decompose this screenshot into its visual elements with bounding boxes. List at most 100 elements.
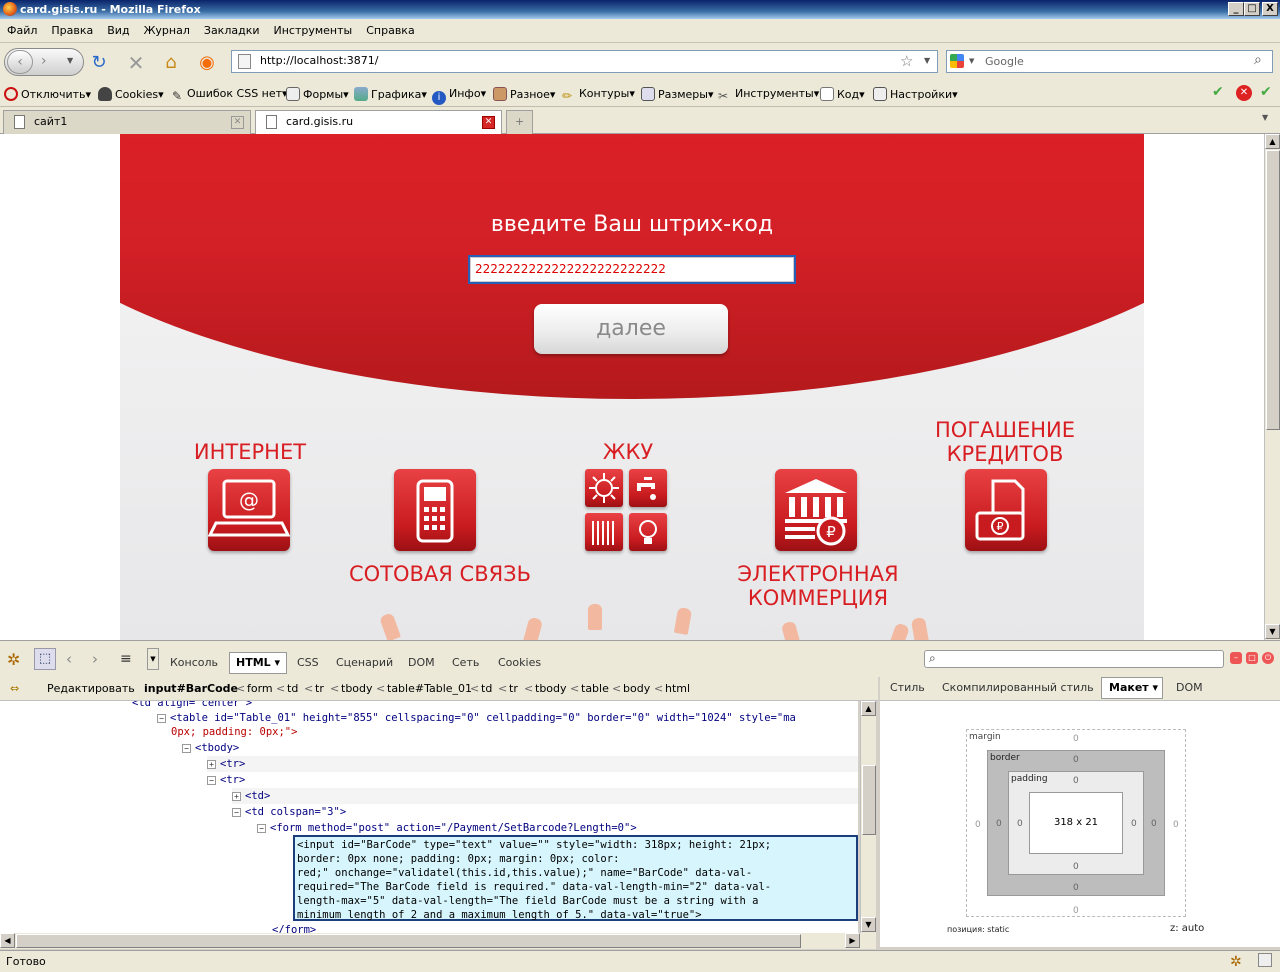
edit-icon[interactable]: ⇔ [10, 682, 19, 695]
path-item[interactable]: tr [315, 682, 324, 695]
credits-icon[interactable]: ₽ [965, 469, 1047, 551]
misc-menu[interactable]: Разное▾ [493, 87, 555, 101]
menu-tools[interactable]: Инструменты [267, 19, 360, 43]
home-icon[interactable]: ⌂ [160, 52, 182, 74]
resize-menu[interactable]: Размеры▾ [641, 87, 714, 101]
scroll-left-icon[interactable]: ◀ [0, 933, 15, 948]
info-menu[interactable]: i Инфо▾ [432, 87, 486, 105]
scroll-up-icon[interactable]: ▲ [861, 701, 876, 716]
menu-bookmarks[interactable]: Закладки [197, 19, 267, 43]
cookies-menu[interactable]: Cookies▾ [98, 87, 164, 101]
tab-card-gisis[interactable]: card.gisis.ru ✕ [255, 110, 502, 135]
path-item[interactable]: form [247, 682, 273, 695]
fb-back-icon[interactable]: ‹ [66, 650, 72, 668]
fb-tab-net[interactable]: Сеть [452, 656, 479, 669]
scroll-thumb[interactable] [16, 934, 801, 948]
scroll-down-icon[interactable]: ▼ [861, 917, 876, 932]
scroll-down-icon[interactable]: ▼ [1265, 624, 1280, 639]
html-line[interactable]: </form> [272, 922, 316, 933]
close-tab-icon[interactable]: ✕ [482, 116, 495, 129]
fb-tab-html[interactable]: HTML ▾ [229, 652, 287, 674]
history-dropdown-icon[interactable]: ▼ [67, 56, 73, 65]
html-panel-scrollbar[interactable]: ▲ ▼ [860, 701, 876, 933]
fb-side-tab-style[interactable]: Стиль [890, 681, 925, 694]
validate-check-icon[interactable]: ✔ [1260, 84, 1272, 100]
html-line[interactable]: − <td colspan="3"> [232, 804, 346, 820]
scroll-thumb[interactable] [1266, 150, 1280, 430]
light-bulb-icon[interactable] [629, 513, 667, 551]
scroll-up-icon[interactable]: ▲ [1265, 134, 1280, 149]
engine-dropdown-icon[interactable]: ▼ [969, 57, 974, 65]
menu-help[interactable]: Справка [359, 19, 421, 43]
firebug-bug-icon[interactable]: ✲ [7, 650, 20, 669]
fb-minimize-icon[interactable]: – [1230, 652, 1242, 664]
fb-search-input[interactable]: ⌕ [924, 650, 1224, 668]
water-tap-icon[interactable] [629, 469, 667, 507]
css-errors-menu[interactable]: ✎ Ошибок CSS нет▾ [170, 87, 288, 103]
menu-view[interactable]: Вид [100, 19, 136, 43]
path-item[interactable]: table [581, 682, 609, 695]
html-line[interactable]: − <form method="post" action="/Payment/Se… [257, 820, 637, 836]
firebug-status-icon[interactable]: ✲ [1230, 951, 1242, 972]
new-tab-button[interactable]: + [506, 110, 533, 134]
fb-side-tab-layout[interactable]: Макет ▾ [1101, 677, 1163, 699]
path-item[interactable]: table#Table_01 [387, 682, 472, 695]
menu-history[interactable]: Журнал [137, 19, 197, 43]
fb-edit-button[interactable]: Редактировать [47, 682, 135, 695]
fb-tab-dom[interactable]: DOM [408, 656, 435, 669]
fb-side-tab-dom[interactable]: DOM [1176, 681, 1203, 694]
barcode-input[interactable]: 2222222222222222222222222 [468, 255, 796, 284]
page-scrollbar[interactable]: ▲ ▼ [1264, 134, 1280, 640]
path-item[interactable]: tbody [341, 682, 373, 695]
back-arrow-icon[interactable]: ‹ [7, 50, 33, 74]
fb-tab-cookies[interactable]: Cookies [498, 656, 541, 669]
close-tab-icon[interactable]: ✕ [231, 116, 244, 129]
path-item[interactable]: tbody [535, 682, 567, 695]
inspect-icon[interactable]: ⬚ [34, 648, 56, 670]
tools-menu[interactable]: ✂ Инструменты▾ [718, 87, 819, 103]
rss-icon[interactable]: ◉ [196, 52, 218, 74]
menu-edit[interactable]: Правка [44, 19, 100, 43]
validate-ok-icon[interactable]: ✔ [1212, 84, 1224, 100]
menu-file[interactable]: Файл [0, 19, 44, 43]
fb-tab-console[interactable]: Консоль [170, 656, 218, 669]
minimize-button[interactable]: _ [1228, 2, 1244, 16]
close-window-button[interactable]: X [1262, 2, 1278, 16]
internet-icon[interactable]: @ [208, 469, 290, 551]
html-line[interactable]: + <tr> [207, 756, 858, 772]
html-line[interactable]: + <td> [232, 788, 858, 804]
disable-menu[interactable]: Отключить▾ [4, 87, 91, 101]
tab-list-icon[interactable]: ▼ [1262, 113, 1268, 122]
ecommerce-icon[interactable]: ₽ [775, 469, 857, 551]
path-item[interactable]: html [665, 682, 690, 695]
html-line[interactable]: − <tbody> [182, 740, 239, 756]
fb-detach-icon[interactable]: □ [1246, 652, 1258, 664]
forward-arrow-icon[interactable]: › [41, 53, 47, 69]
error-icon[interactable]: ✕ [1236, 85, 1252, 101]
fb-forward-icon[interactable]: › [92, 650, 98, 668]
fb-tab-script[interactable]: Сценарий [336, 656, 393, 669]
options-menu[interactable]: Настройки▾ [873, 87, 958, 101]
outline-menu[interactable]: ✏ Контуры▾ [562, 87, 635, 103]
path-item[interactable]: td [481, 682, 492, 695]
google-icon[interactable] [950, 54, 964, 68]
fb-close-icon[interactable]: ⏻ [1262, 652, 1274, 664]
electricity-icon[interactable] [585, 469, 623, 507]
forms-menu[interactable]: Формы▾ [286, 87, 349, 101]
fb-menu-icon[interactable]: ≡ [120, 651, 132, 667]
mobile-icon[interactable] [394, 469, 476, 551]
html-panel-hscrollbar[interactable]: ◀ ▶ [0, 933, 876, 949]
path-item[interactable]: input#BarCode [144, 682, 238, 695]
maximize-button[interactable]: □ [1244, 2, 1260, 16]
reload-icon[interactable]: ↻ [88, 52, 110, 74]
heating-radiator-icon[interactable] [585, 513, 623, 551]
source-menu[interactable]: Код▾ [820, 87, 865, 101]
url-dropdown-icon[interactable]: ▼ [924, 56, 930, 65]
bookmark-star-icon[interactable]: ☆ [900, 52, 913, 70]
scroll-right-icon[interactable]: ▶ [845, 933, 860, 948]
fb-side-tab-computed[interactable]: Скомпилированный стиль [942, 681, 1094, 694]
fb-dropdown-icon[interactable]: ▼ [147, 648, 159, 670]
path-item[interactable]: td [287, 682, 298, 695]
fb-tab-css[interactable]: CSS [297, 656, 319, 669]
resize-grip-icon[interactable] [1258, 953, 1272, 967]
